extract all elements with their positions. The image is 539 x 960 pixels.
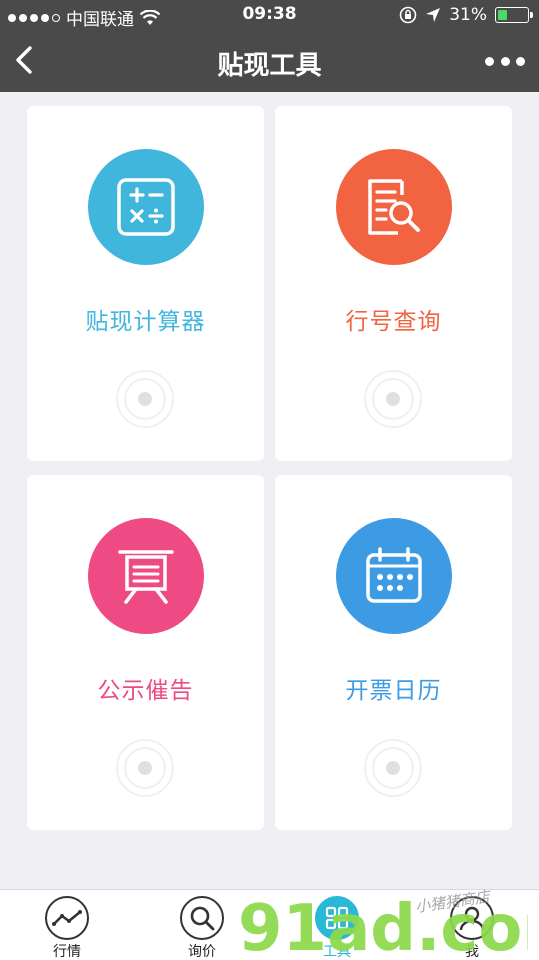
notice-board-icon [118,550,174,604]
tool-card-invoice-calendar[interactable]: 开票日历 [275,475,512,830]
more-dot [485,56,494,66]
status-bar: 中国联通 09:38 31% [0,0,539,30]
page-title: 贴现工具 [217,51,322,81]
document-search-icon [368,179,420,235]
calendar-icon [366,547,422,603]
tool-select-indicator[interactable] [116,370,174,428]
tool-icon-circle [88,149,204,265]
tab-market[interactable]: 行情 [27,896,107,960]
tool-select-indicator[interactable] [364,370,422,428]
tab-label: 行情 [53,944,81,960]
tool-select-indicator[interactable] [116,739,174,797]
tool-label: 公示催告 [97,678,194,704]
tool-icon-circle [88,518,204,634]
nav-bar: 贴现工具 [0,30,539,92]
battery-percent: 31% [449,5,487,25]
calculator-icon [117,178,175,236]
tool-label: 开票日历 [345,678,442,704]
trend-icon [45,896,89,940]
tool-card-bank-code-lookup[interactable]: 行号查询 [275,106,512,461]
tool-label: 贴现计算器 [85,309,206,335]
search-icon [180,896,224,940]
more-dot [516,56,525,66]
tool-label: 行号查询 [345,309,442,335]
watermark-logo: 91ad.com 小猪猪商店 [238,888,528,960]
tool-icon-circle [336,149,452,265]
tools-grid: 贴现计算器 行号查询 公示催告 开票日历 [27,106,512,830]
tool-select-indicator[interactable] [364,739,422,797]
tab-inquiry[interactable]: 询价 [162,896,242,960]
location-arrow-icon [426,8,441,22]
battery-icon [495,7,533,23]
rotation-lock-icon [399,6,417,24]
tool-card-calculator[interactable]: 贴现计算器 [27,106,264,461]
more-button[interactable] [485,52,525,70]
more-dot [500,56,510,66]
status-right: 31% [399,5,533,25]
tool-icon-circle [336,518,452,634]
tab-label: 询价 [188,944,216,960]
tool-card-public-notice[interactable]: 公示催告 [27,475,264,830]
